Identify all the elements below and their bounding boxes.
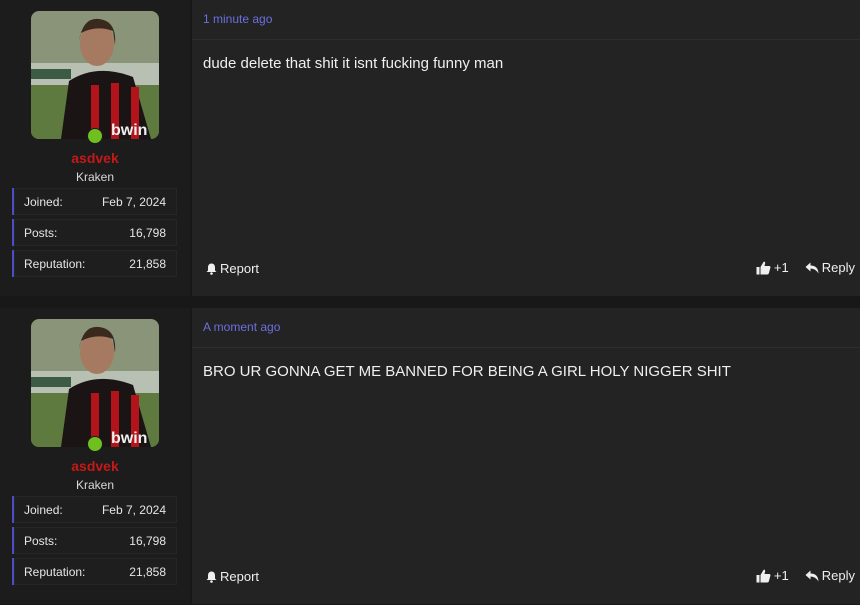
thumbs-up-icon — [756, 569, 771, 582]
stat-label: Posts: — [24, 533, 58, 548]
reply-button[interactable]: Reply — [805, 568, 855, 583]
post-message: dude delete that shit it isnt fucking fu… — [203, 55, 504, 72]
stat-label: Reputation: — [24, 256, 86, 271]
post-actions: +1 Reply — [756, 568, 855, 583]
post: bwin asdvek Kraken Joined: Feb 7, 2024 P… — [0, 0, 860, 296]
avatar[interactable]: bwin — [31, 11, 159, 139]
divider — [192, 347, 860, 348]
stat-label: Posts: — [24, 225, 58, 240]
stat-joined: Joined: Feb 7, 2024 — [12, 188, 177, 215]
stat-value: 16,798 — [129, 225, 166, 240]
post-message: BRO UR GONNA GET ME BANNED FOR BEING A G… — [203, 363, 731, 380]
avatar[interactable]: bwin — [31, 319, 159, 447]
like-count: +1 — [773, 568, 789, 583]
post-body: 1 minute ago dude delete that shit it is… — [192, 0, 860, 296]
reply-arrow-icon — [805, 262, 819, 273]
like-button[interactable]: +1 — [756, 260, 789, 275]
stat-posts: Posts: 16,798 — [12, 527, 177, 554]
stat-value: 16,798 — [129, 533, 166, 548]
stat-value: 21,858 — [129, 564, 166, 579]
thumbs-up-icon — [756, 261, 771, 274]
post-author-sidebar: bwin asdvek Kraken Joined: Feb 7, 2024 P… — [0, 0, 190, 296]
stat-reputation: Reputation: 21,858 — [12, 558, 177, 585]
stat-label: Joined: — [24, 194, 63, 209]
post-author-sidebar: bwin asdvek Kraken Joined: Feb 7, 2024 P… — [0, 308, 190, 604]
post-timestamp[interactable]: 1 minute ago — [203, 12, 272, 26]
avatar-image: bwin — [31, 319, 159, 447]
online-status-indicator — [87, 436, 103, 452]
user-stats: Joined: Feb 7, 2024 Posts: 16,798 Reputa… — [12, 188, 177, 281]
stat-value: Feb 7, 2024 — [101, 194, 166, 209]
svg-text:bwin: bwin — [111, 122, 147, 139]
stat-value: 21,858 — [129, 256, 166, 271]
avatar-image: bwin — [31, 11, 159, 139]
svg-text:bwin: bwin — [111, 430, 147, 447]
post-actions: +1 Reply — [756, 260, 855, 275]
post-body: A moment ago BRO UR GONNA GET ME BANNED … — [192, 308, 860, 604]
report-label: Report — [220, 569, 260, 584]
post: bwin asdvek Kraken Joined: Feb 7, 2024 P… — [0, 308, 860, 604]
user-title: Kraken — [75, 478, 115, 492]
username[interactable]: asdvek — [0, 458, 190, 474]
report-button[interactable]: Report — [206, 261, 259, 276]
stat-reputation: Reputation: 21,858 — [12, 250, 177, 277]
stat-label: Reputation: — [24, 564, 86, 579]
like-button[interactable]: +1 — [756, 568, 789, 583]
stat-label: Joined: — [24, 502, 63, 517]
bell-icon — [206, 571, 217, 583]
post-timestamp[interactable]: A moment ago — [203, 320, 280, 334]
bell-icon — [206, 263, 217, 275]
user-stats: Joined: Feb 7, 2024 Posts: 16,798 Reputa… — [12, 496, 177, 589]
report-label: Report — [220, 261, 260, 276]
report-button[interactable]: Report — [206, 569, 259, 584]
user-title: Kraken — [75, 170, 115, 184]
reply-arrow-icon — [805, 570, 819, 581]
reply-label: Reply — [821, 568, 855, 583]
online-status-indicator — [87, 128, 103, 144]
stat-posts: Posts: 16,798 — [12, 219, 177, 246]
like-count: +1 — [773, 260, 789, 275]
stat-value: Feb 7, 2024 — [101, 502, 166, 517]
divider — [192, 39, 860, 40]
reply-button[interactable]: Reply — [805, 260, 855, 275]
username[interactable]: asdvek — [0, 150, 190, 166]
reply-label: Reply — [821, 260, 855, 275]
stat-joined: Joined: Feb 7, 2024 — [12, 496, 177, 523]
